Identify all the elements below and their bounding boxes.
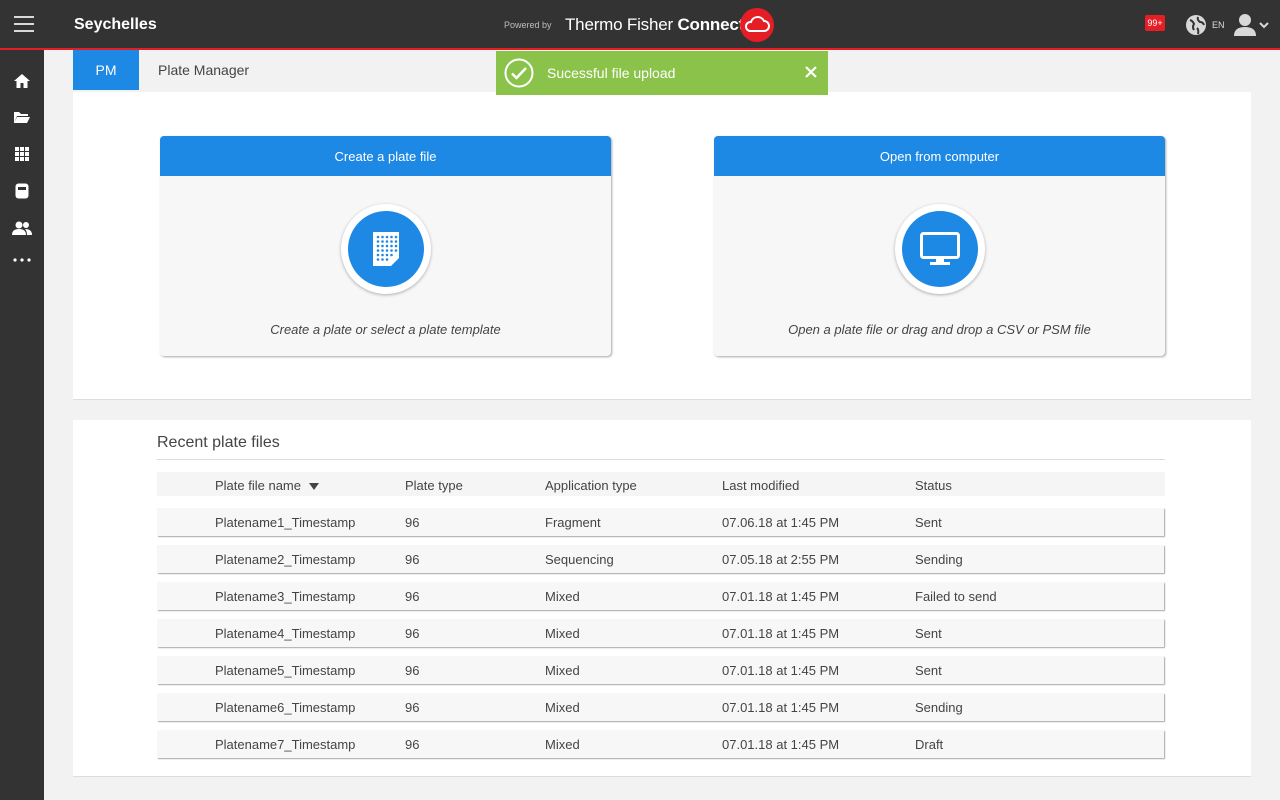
open-icon-ring [895,204,985,294]
home-icon[interactable] [0,66,44,96]
storage-icon[interactable] [0,176,44,206]
cell-last-modified: 07.05.18 at 2:55 PM [722,552,840,567]
cell-plate-name: Platename6_Timestamp [215,700,356,715]
cell-application-type: Mixed [545,663,580,678]
cell-application-type: Fragment [545,515,601,530]
cell-plate-type: 96 [405,737,420,752]
cell-plate-type: 96 [405,589,420,604]
create-plate-subtitle: Create a plate or select a plate templat… [270,322,501,337]
table-row[interactable]: Platename5_Timestamp 96 Mixed 07.01.18 a… [157,656,1164,684]
cell-plate-name: Platename1_Timestamp [215,515,356,530]
cell-application-type: Mixed [545,589,580,604]
recent-files-title: Recent plate files [157,434,280,451]
cell-status: Sent [915,663,942,678]
cell-plate-name: Platename7_Timestamp [215,737,356,752]
success-toast: Sucessful file upload [496,51,828,95]
create-plate-card[interactable]: Create a plate file Create a plate or se… [160,136,611,356]
column-header-plate-type[interactable]: Plate type [405,478,463,493]
cell-application-type: Mixed [545,737,580,752]
cell-plate-name: Platename2_Timestamp [215,552,356,567]
cloud-logo-icon [740,8,774,42]
cell-last-modified: 07.01.18 at 1:45 PM [722,700,840,715]
cell-plate-name: Platename5_Timestamp [215,663,356,678]
create-plate-title: Create a plate file [160,136,611,176]
table-row[interactable]: Platename2_Timestamp 96 Sequencing 07.05… [157,545,1164,573]
app-title: Seychelles [74,16,157,33]
actions-panel: Create a plate file Create a plate or se… [73,92,1251,400]
toast-message: Sucessful file upload [547,65,676,81]
tab-plate-manager[interactable]: Plate Manager [158,62,249,78]
cell-application-type: Mixed [545,626,580,641]
cell-last-modified: 07.01.18 at 1:45 PM [722,626,840,641]
brand-bold-text: Connect [677,15,745,34]
close-icon[interactable] [804,65,818,79]
column-header-status[interactable]: Status [915,478,952,493]
globe-icon[interactable] [1185,14,1207,36]
cell-status: Sending [915,552,963,567]
table-row[interactable]: Platename7_Timestamp 96 Mixed 07.01.18 a… [157,730,1164,758]
cell-status: Draft [915,737,944,752]
cell-application-type: Sequencing [545,552,614,567]
tab-pm[interactable]: PM [73,50,139,90]
cell-plate-type: 96 [405,700,420,715]
cell-last-modified: 07.01.18 at 1:45 PM [722,737,840,752]
cell-status: Sent [915,515,942,530]
users-icon[interactable] [0,213,44,243]
plate-grid-icon [348,211,424,287]
cell-plate-type: 96 [405,626,420,641]
table-header: Plate file name Plate type Application t… [157,472,1165,496]
column-label: Plate file name [215,478,301,493]
column-header-last-modified[interactable]: Last modified [722,478,799,493]
powered-by-label: Powered by [504,20,552,30]
column-header-application-type[interactable]: Application type [545,478,637,493]
cell-plate-type: 96 [405,515,420,530]
language-selector[interactable]: EN [1212,20,1225,30]
monitor-icon [902,211,978,287]
cell-status: Failed to send [915,589,997,604]
notification-badge[interactable]: 99+ [1145,15,1165,31]
more-icon[interactable] [0,245,44,275]
cell-plate-name: Platename3_Timestamp [215,589,356,604]
sidebar [0,50,44,800]
sort-down-icon[interactable] [309,483,319,491]
cell-last-modified: 07.01.18 at 1:45 PM [722,589,840,604]
cell-status: Sending [915,700,963,715]
recent-files-panel: Recent plate files Plate file name Plate… [73,420,1251,777]
user-menu[interactable] [1233,12,1273,38]
open-from-computer-subtitle: Open a plate file or drag and drop a CSV… [788,322,1091,337]
cell-application-type: Mixed [545,700,580,715]
table-row[interactable]: Platename6_Timestamp 96 Mixed 07.01.18 a… [157,693,1164,721]
menu-icon[interactable] [14,16,34,32]
divider [157,459,1165,460]
cell-status: Sent [915,626,942,641]
cell-plate-type: 96 [405,663,420,678]
top-bar: Seychelles Powered by Thermo Fisher Conn… [0,0,1280,50]
check-circle-icon [504,58,534,88]
folder-icon[interactable] [0,102,44,132]
open-from-computer-title: Open from computer [714,136,1165,176]
cell-plate-name: Platename4_Timestamp [215,626,356,641]
table-row[interactable]: Platename4_Timestamp 96 Mixed 07.01.18 a… [157,619,1164,647]
cell-last-modified: 07.01.18 at 1:45 PM [722,663,840,678]
column-header-plate-file-name[interactable]: Plate file name [215,478,319,493]
apps-grid-icon[interactable] [0,139,44,169]
table-row[interactable]: Platename3_Timestamp 96 Mixed 07.01.18 a… [157,582,1164,610]
cell-last-modified: 07.06.18 at 1:45 PM [722,515,840,530]
create-plate-icon-ring [341,204,431,294]
table-row[interactable]: Platename1_Timestamp 96 Fragment 07.06.1… [157,508,1164,536]
open-from-computer-card[interactable]: Open from computer Open a plate file or … [714,136,1165,356]
brand-light-text: Thermo Fisher [565,15,678,34]
cell-plate-type: 96 [405,552,420,567]
brand-logo-text: Thermo Fisher Connect [565,15,744,35]
